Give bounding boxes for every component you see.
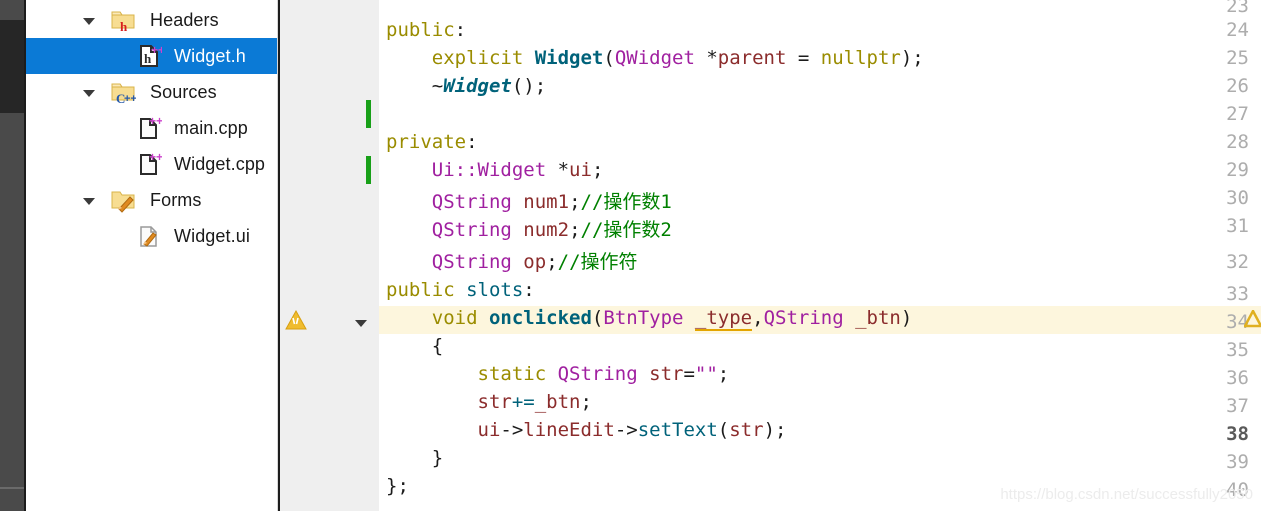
fold-collapse-icon[interactable] [355, 316, 369, 330]
tree-item-headers[interactable]: h Headers [26, 2, 278, 38]
line-number: 37 [1226, 395, 1249, 417]
activity-bar-divider [0, 487, 24, 489]
line-number: 30 [1226, 187, 1249, 209]
tree-item-widget-h[interactable]: h ++ Widget.h [26, 38, 278, 74]
code-line-31[interactable]: QString num2;//操作数2 [386, 215, 672, 242]
tree-item-label: Headers [150, 9, 219, 30]
chevron-down-icon[interactable] [82, 14, 96, 28]
code-line-36[interactable]: static QString str=""; [386, 363, 730, 385]
line-number-current: 38 [1226, 423, 1249, 445]
code-line-30[interactable]: QString num1;//操作数1 [386, 187, 672, 214]
code-line-26[interactable]: ~Widget(); [386, 75, 546, 97]
line-number: 35 [1226, 339, 1249, 361]
code-line-29[interactable]: Ui::Widget *ui; [386, 159, 604, 181]
project-tree-panel: h Headers h ++ Widget.h C ++ Sources ++ … [26, 0, 278, 511]
activity-bar[interactable] [0, 0, 24, 511]
svg-text:++: ++ [149, 115, 162, 128]
warning-triangle-icon[interactable] [285, 309, 307, 330]
tree-item-sources[interactable]: C ++ Sources [26, 74, 278, 110]
line-number: 25 [1226, 47, 1249, 69]
file-cpp-icon: ++ [136, 114, 163, 141]
code-line-38[interactable]: ui->lineEdit->setText(str); [386, 419, 787, 441]
activity-bar-active-segment[interactable] [0, 20, 24, 113]
code-line-28[interactable]: private: [386, 131, 478, 153]
tree-item-label: Widget.cpp [174, 153, 266, 174]
code-line-40[interactable]: }; [386, 475, 409, 497]
tree-item-widget-ui[interactable]: Widget.ui [26, 218, 278, 254]
tree-item-label: Widget.h [174, 45, 246, 66]
line-number: 26 [1226, 75, 1249, 97]
code-editor[interactable]: 23 24 25 26 27 28 29 30 31 32 33 34 35 3… [278, 0, 1261, 511]
line-number: 24 [1226, 19, 1249, 41]
line-number: 23 [1226, 0, 1249, 17]
folder-header-icon: h [110, 7, 136, 34]
ide-window: h Headers h ++ Widget.h C ++ Sources ++ … [0, 0, 1261, 511]
code-line-35[interactable]: { [386, 335, 443, 357]
line-number: 32 [1226, 251, 1249, 273]
code-line-37[interactable]: str+=_btn; [386, 391, 592, 413]
line-number: 29 [1226, 159, 1249, 181]
watermark-text: https://blog.csdn.net/successfully2050 [1000, 486, 1253, 503]
svg-text:++: ++ [149, 151, 162, 164]
line-number: 28 [1226, 131, 1249, 153]
line-number: 31 [1226, 215, 1249, 237]
folder-sources-icon: C ++ [110, 79, 137, 106]
file-header-icon: h ++ [136, 43, 165, 69]
code-line-32[interactable]: QString op;//操作符 [386, 247, 638, 274]
chevron-down-icon[interactable] [82, 194, 96, 208]
tree-item-label: Widget.ui [174, 225, 250, 246]
code-line-33[interactable]: public slots: [386, 279, 535, 301]
line-number: 27 [1226, 103, 1249, 125]
change-marker [366, 100, 371, 128]
tree-item-label: Forms [150, 189, 202, 210]
code-line-39[interactable]: } [386, 447, 443, 469]
tree-item-main-cpp[interactable]: ++ main.cpp [26, 110, 278, 146]
file-ui-icon [136, 223, 162, 249]
svg-text:++: ++ [124, 93, 136, 105]
code-line-24[interactable]: public: [386, 19, 466, 41]
chevron-down-icon[interactable] [82, 86, 96, 100]
gutter-edge [278, 0, 280, 511]
line-number: 36 [1226, 367, 1249, 389]
svg-text:h: h [120, 19, 128, 33]
warning-marker-icon[interactable] [1242, 308, 1261, 328]
file-cpp-icon: ++ [136, 150, 163, 177]
line-number: 39 [1226, 451, 1249, 473]
code-line-34[interactable]: void onclicked(BtnType _type,QString _bt… [386, 307, 912, 331]
code-line-25[interactable]: explicit Widget(QWidget *parent = nullpt… [386, 47, 924, 69]
svg-text:++: ++ [151, 43, 162, 57]
folder-forms-icon [110, 187, 136, 213]
tree-item-label: main.cpp [174, 117, 248, 138]
tree-item-label: Sources [150, 81, 217, 102]
change-marker [366, 156, 371, 184]
editor-gutter[interactable] [278, 0, 379, 511]
tree-item-widget-cpp[interactable]: ++ Widget.cpp [26, 146, 278, 182]
tree-item-forms[interactable]: Forms [26, 182, 278, 218]
line-number: 33 [1226, 283, 1249, 305]
